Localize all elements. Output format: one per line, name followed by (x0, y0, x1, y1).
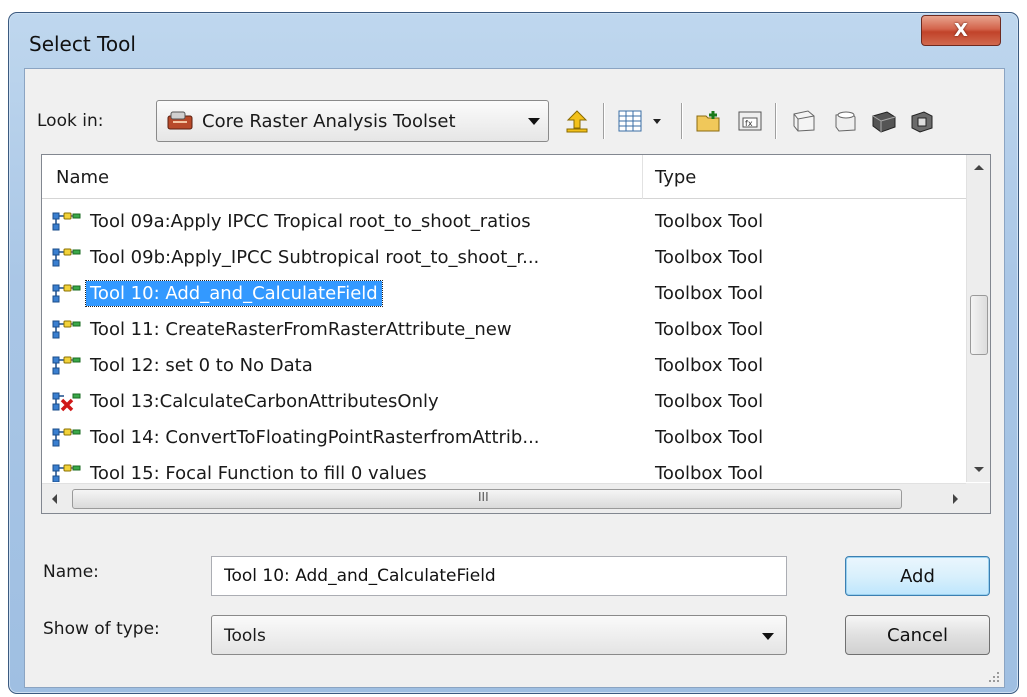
list-rows: Tool 09a:Apply IPCC Tropical root_to_sho… (42, 199, 968, 482)
list-item[interactable]: Tool 09b:Apply_IPCC Subtropical root_to_… (42, 239, 968, 275)
dialog-client-area: Look in: Core Raster Analysis Toolset fx… (24, 68, 1005, 688)
list-item[interactable]: Tool 09a:Apply IPCC Tropical root_to_sho… (42, 203, 968, 239)
list-item-type: Toolbox Tool (655, 355, 764, 376)
model-tool-icon (52, 355, 82, 381)
model-button[interactable] (905, 104, 939, 138)
scroll-up-button[interactable] (967, 155, 991, 179)
list-item-type: Toolbox Tool (655, 211, 764, 232)
cancel-button[interactable]: Cancel (845, 615, 990, 655)
list-item[interactable]: Tool 12: set 0 to No Data Toolbox Tool (42, 347, 968, 383)
add-button[interactable]: Add (845, 556, 990, 596)
toolset-icon (167, 110, 195, 136)
tool-list[interactable]: Name Type Tool 09a:Apply IPCC Tropical r… (41, 154, 991, 514)
look-in-dropdown[interactable]: Core Raster Analysis Toolset (156, 100, 549, 142)
name-label: Name: (43, 562, 99, 582)
chevron-right-icon (953, 494, 958, 504)
view-menu-button[interactable] (615, 104, 671, 138)
model-icon (911, 111, 933, 133)
look-in-label: Look in: (37, 111, 104, 131)
connect-folder-button[interactable]: fx (734, 104, 768, 138)
column-header-type[interactable]: Type (655, 167, 696, 188)
chevron-left-icon (52, 494, 57, 504)
toolbar-separator (775, 103, 776, 139)
column-divider[interactable] (642, 155, 643, 199)
show-of-type-label: Show of type: (43, 619, 160, 639)
model-tool-icon (52, 211, 82, 237)
dialog-window: Select Tool X Look in: Core Raster Analy… (8, 12, 1019, 694)
show-of-type-dropdown[interactable]: Tools (211, 615, 787, 655)
list-item-name: Tool 09a:Apply IPCC Tropical root_to_sho… (90, 211, 531, 232)
view-menu-icon (618, 110, 661, 132)
window-title: Select Tool (29, 32, 136, 56)
look-in-value: Core Raster Analysis Toolset (202, 111, 456, 132)
list-item-name: Tool 10: Add_and_CalculateField (85, 280, 383, 307)
list-item-name: Tool 11: CreateRasterFromRasterAttribute… (90, 319, 512, 340)
close-icon: X (954, 20, 968, 41)
name-field[interactable] (211, 556, 787, 596)
vertical-scroll-thumb[interactable] (970, 295, 988, 355)
chevron-up-icon (974, 165, 984, 170)
scrollbar-corner (966, 483, 990, 513)
new-folder-icon (696, 111, 720, 132)
list-item-name: Tool 09b:Apply_IPCC Subtropical root_to_… (90, 247, 540, 268)
model-tool-icon (52, 283, 82, 309)
list-item-name: Tool 14: ConvertToFloatingPointRasterfro… (90, 427, 540, 448)
column-header-name[interactable]: Name (56, 167, 109, 188)
scroll-grip-icon: III (478, 490, 489, 504)
model-tool-icon (52, 463, 82, 482)
list-header: Name Type (42, 155, 968, 199)
model-tool-icon (52, 319, 82, 345)
show-of-type-value: Tools (224, 626, 266, 646)
up-one-level-icon (566, 110, 588, 133)
svg-text:fx: fx (745, 119, 753, 128)
connect-folder-icon: fx (738, 111, 762, 131)
vertical-scrollbar[interactable] (966, 155, 990, 482)
scroll-left-button[interactable] (42, 484, 66, 514)
list-item[interactable]: Tool 13:CalculateCarbonAttributesOnly Too… (42, 383, 968, 419)
list-item-type: Toolbox Tool (655, 391, 764, 412)
list-item[interactable]: Tool 14: ConvertToFloatingPointRasterfro… (42, 419, 968, 455)
model-tool-invalid-icon (52, 391, 82, 417)
catalog-icon (793, 110, 815, 132)
toolbar-separator (603, 103, 604, 139)
title-bar[interactable]: Select Tool X (9, 13, 1018, 71)
scroll-down-button[interactable] (967, 458, 991, 482)
list-item-type: Toolbox Tool (655, 319, 764, 340)
list-item-type: Toolbox Tool (655, 463, 764, 482)
horizontal-scroll-thumb[interactable]: III (72, 489, 902, 509)
toolbox-icon (835, 111, 856, 132)
model-tool-icon (52, 247, 82, 273)
up-one-level-button[interactable] (560, 104, 594, 138)
resize-grip-icon[interactable] (987, 670, 1001, 684)
chevron-down-icon (974, 467, 984, 472)
list-item[interactable]: Tool 15: Focal Function to fill 0 values… (42, 455, 968, 482)
scroll-right-button[interactable] (944, 484, 968, 514)
list-item-name: Tool 12: set 0 to No Data (90, 355, 313, 376)
chevron-down-icon (762, 633, 774, 640)
list-item-name: Tool 13:CalculateCarbonAttributesOnly (90, 391, 439, 412)
catalog-button[interactable] (787, 104, 821, 138)
list-item-type: Toolbox Tool (655, 283, 764, 304)
list-item-name: Tool 15: Focal Function to fill 0 values (90, 463, 427, 482)
model-tool-icon (52, 427, 82, 453)
horizontal-scrollbar[interactable]: III (42, 483, 968, 513)
toolset-icon (872, 111, 896, 133)
close-button[interactable]: X (921, 15, 1001, 46)
list-item[interactable]: Tool 10: Add_and_CalculateField Toolbox T… (42, 275, 968, 311)
toolbar-separator (681, 103, 682, 139)
toolbox-button[interactable] (828, 104, 862, 138)
chevron-down-icon (528, 118, 540, 125)
list-item[interactable]: Tool 11: CreateRasterFromRasterAttribute… (42, 311, 968, 347)
list-item-type: Toolbox Tool (655, 247, 764, 268)
toolset-button[interactable] (867, 104, 901, 138)
name-input[interactable] (212, 557, 786, 595)
list-item-type: Toolbox Tool (655, 427, 764, 448)
new-folder-button[interactable] (692, 104, 726, 138)
